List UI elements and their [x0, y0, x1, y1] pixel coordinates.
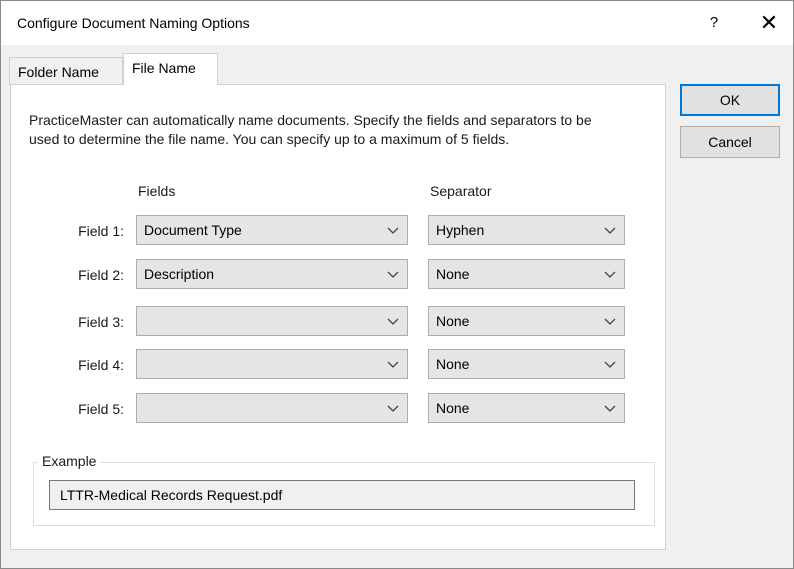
field-5-select[interactable] [136, 393, 408, 423]
chevron-down-icon [387, 271, 399, 278]
chevron-down-icon [604, 227, 616, 234]
separator-5-value: None [436, 400, 470, 416]
field-2-select[interactable]: Description [136, 259, 408, 289]
separator-1-value: Hyphen [436, 222, 485, 238]
separator-column-header: Separator [430, 183, 492, 199]
chevron-down-icon [387, 405, 399, 412]
tab-file-name[interactable]: File Name [123, 53, 218, 85]
field-4-select[interactable] [136, 349, 408, 379]
separator-3-value: None [436, 313, 470, 329]
separator-4-value: None [436, 356, 470, 372]
separator-2-value: None [436, 266, 470, 282]
field-1-select[interactable]: Document Type [136, 215, 408, 245]
cancel-button[interactable]: Cancel [680, 126, 780, 158]
separator-5-select[interactable]: None [428, 393, 625, 423]
help-icon[interactable]: ? [699, 9, 729, 37]
tab-folder-name[interactable]: Folder Name [9, 57, 123, 85]
example-group-label: Example [38, 453, 101, 469]
field-1-label: Field 1: [78, 223, 124, 239]
separator-2-select[interactable]: None [428, 259, 625, 289]
fields-column-header: Fields [138, 183, 176, 199]
field-3-label: Field 3: [78, 314, 124, 330]
close-icon[interactable]: ✕ [749, 7, 789, 39]
separator-4-select[interactable]: None [428, 349, 625, 379]
chevron-down-icon [387, 227, 399, 234]
chevron-down-icon [604, 405, 616, 412]
chevron-down-icon [604, 318, 616, 325]
field-5-label: Field 5: [78, 401, 124, 417]
chevron-down-icon [387, 318, 399, 325]
field-3-select[interactable] [136, 306, 408, 336]
example-output-field[interactable]: LTTR-Medical Records Request.pdf [49, 480, 635, 510]
separator-1-select[interactable]: Hyphen [428, 215, 625, 245]
chevron-down-icon [604, 271, 616, 278]
chevron-down-icon [387, 361, 399, 368]
separator-3-select[interactable]: None [428, 306, 625, 336]
field-1-value: Document Type [144, 222, 242, 238]
chevron-down-icon [604, 361, 616, 368]
field-2-label: Field 2: [78, 267, 124, 283]
description-text: PracticeMaster can automatically name do… [29, 112, 592, 147]
title-bar: Configure Document Naming Options ? ✕ [1, 1, 793, 45]
ok-button[interactable]: OK [680, 84, 780, 116]
window-title: Configure Document Naming Options [17, 15, 250, 31]
field-2-value: Description [144, 266, 215, 282]
field-4-label: Field 4: [78, 357, 124, 373]
